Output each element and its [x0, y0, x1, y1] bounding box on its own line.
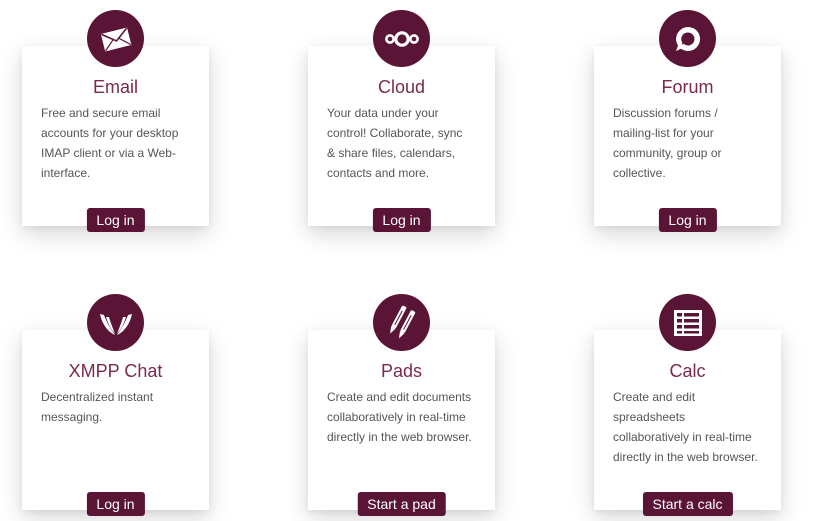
envelope-icon — [87, 10, 144, 67]
service-card-email: Email Free and secure email accounts for… — [22, 10, 209, 232]
start-calc-button[interactable]: Start a calc — [642, 492, 733, 516]
speech-bubble-icon — [659, 10, 716, 67]
card-description: Create and edit spreadsheets collaborati… — [613, 390, 758, 464]
card-description: Your data under your control! Collaborat… — [327, 106, 463, 180]
service-card-forum: Forum Discussion forums / mailing-list f… — [594, 10, 781, 232]
cloud-login-button[interactable]: Log in — [372, 208, 431, 232]
card-title: Email — [92, 77, 138, 97]
cloud-rings-icon — [373, 10, 430, 67]
card-title: Forum — [661, 77, 714, 97]
service-card-xmpp-chat: XMPP Chat Decentralized instant messagin… — [22, 294, 209, 516]
xmpp-login-button[interactable]: Log in — [86, 492, 145, 516]
card-description: Discussion forums / mailing-list for you… — [613, 106, 722, 180]
email-login-button[interactable]: Log in — [86, 208, 145, 232]
forum-login-button[interactable]: Log in — [658, 208, 717, 232]
card-title: XMPP Chat — [68, 361, 163, 381]
card-title: Pads — [380, 361, 423, 381]
card-description: Create and edit documents collaborativel… — [327, 390, 472, 444]
xmpp-wings-icon — [87, 294, 144, 351]
card-title: Cloud — [377, 77, 426, 97]
pens-icon — [373, 294, 430, 351]
card-title: Calc — [669, 361, 706, 381]
services-grid: Email Free and secure email accounts for… — [0, 0, 825, 521]
service-card-cloud: Cloud Your data under your control! Coll… — [308, 10, 495, 232]
card-description: Decentralized instant messaging. — [41, 390, 154, 424]
service-card-pads: Pads Create and edit documents collabora… — [308, 294, 495, 516]
service-card-calc: Calc Create and edit spreadsheets collab… — [594, 294, 781, 516]
start-pad-button[interactable]: Start a pad — [357, 492, 446, 516]
spreadsheet-icon — [659, 294, 716, 351]
card-description: Free and secure email accounts for your … — [41, 106, 179, 180]
